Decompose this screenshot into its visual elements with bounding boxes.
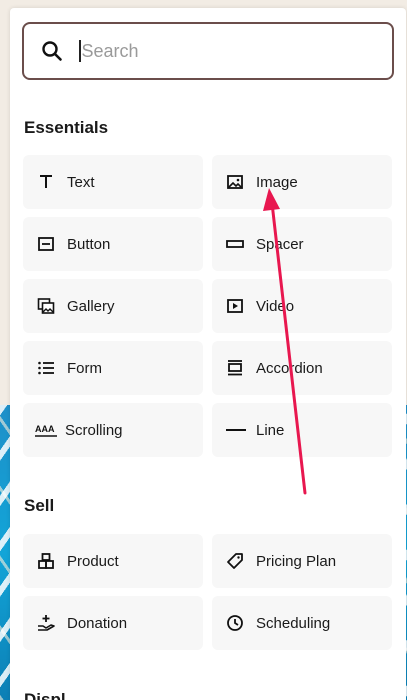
- block-image-label: Image: [256, 173, 298, 191]
- block-spacer[interactable]: Spacer: [212, 217, 392, 271]
- block-scrolling[interactable]: AAA Scrolling: [23, 403, 203, 457]
- block-gallery[interactable]: Gallery: [23, 279, 203, 333]
- donation-icon: [37, 614, 55, 632]
- search-icon: [41, 40, 63, 62]
- scrolling-icon-glyph: AAA: [35, 424, 55, 434]
- tag-icon: [226, 552, 244, 570]
- block-button[interactable]: Button: [23, 217, 203, 271]
- block-text-label: Text: [67, 173, 95, 191]
- spacer-icon: [226, 235, 244, 253]
- section-title-display: Displ: [24, 690, 66, 700]
- scrolling-icon: AAA: [35, 421, 57, 439]
- block-product[interactable]: Product: [23, 534, 203, 588]
- gallery-icon: [37, 297, 55, 315]
- block-line-label: Line: [256, 421, 285, 439]
- block-video-label: Video: [256, 297, 295, 315]
- section-title-sell: Sell: [24, 496, 55, 515]
- search-input[interactable]: [81, 40, 372, 62]
- block-accordion[interactable]: Accordion: [212, 341, 392, 395]
- block-gallery-label: Gallery: [67, 297, 115, 315]
- block-scheduling-label: Scheduling: [256, 614, 331, 632]
- block-donation[interactable]: Donation: [23, 596, 203, 650]
- accordion-icon: [226, 359, 244, 377]
- block-image[interactable]: Image: [212, 155, 392, 209]
- block-product-label: Product: [67, 552, 119, 570]
- block-video[interactable]: Video: [212, 279, 392, 333]
- add-block-panel: Essentials Text Image Button Spacer Gall…: [10, 8, 406, 700]
- clock-icon: [226, 614, 244, 632]
- block-form[interactable]: Form: [23, 341, 203, 395]
- block-pricing-plan[interactable]: Pricing Plan: [212, 534, 392, 588]
- block-form-label: Form: [67, 359, 102, 377]
- section-title-essentials: Essentials: [24, 118, 109, 137]
- line-icon: [226, 421, 246, 439]
- button-icon: [37, 235, 55, 253]
- block-donation-label: Donation: [67, 614, 128, 632]
- block-spacer-label: Spacer: [256, 235, 304, 253]
- block-scheduling[interactable]: Scheduling: [212, 596, 392, 650]
- form-icon: [37, 359, 55, 377]
- text-icon: [37, 173, 55, 191]
- text-cursor: [79, 40, 81, 62]
- block-scrolling-label: Scrolling: [65, 421, 123, 439]
- image-icon: [226, 173, 244, 191]
- video-icon: [226, 297, 244, 315]
- block-text[interactable]: Text: [23, 155, 203, 209]
- block-accordion-label: Accordion: [256, 359, 323, 377]
- block-button-label: Button: [67, 235, 111, 253]
- block-line[interactable]: Line: [212, 403, 392, 457]
- product-icon: [37, 552, 55, 570]
- block-pricing-plan-label: Pricing Plan: [256, 552, 337, 570]
- search-box[interactable]: [22, 22, 394, 80]
